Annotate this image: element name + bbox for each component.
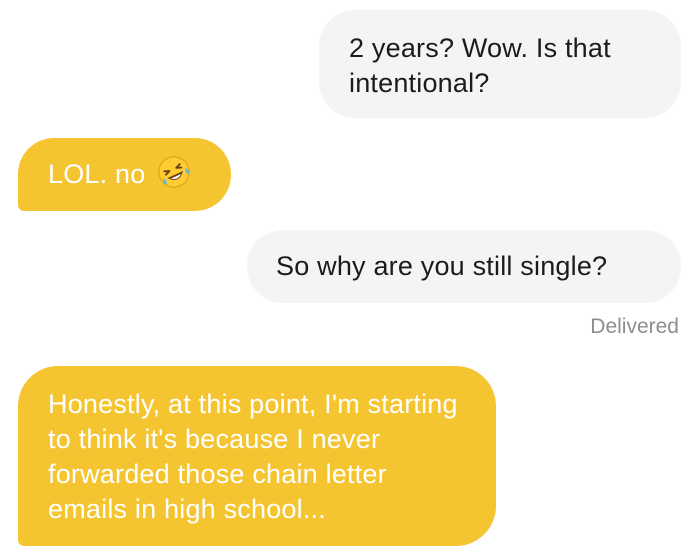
- sent-message-bubble[interactable]: So why are you still single?: [247, 230, 681, 303]
- sent-message-bubble[interactable]: 2 years? Wow. Is that intentional?: [319, 10, 681, 118]
- received-message-bubble[interactable]: LOL. no: [18, 138, 231, 211]
- message-text: So why are you still single?: [276, 251, 608, 281]
- message-text: LOL. no: [48, 159, 146, 189]
- message-text: Honestly, at this point, I'm starting to…: [48, 389, 458, 524]
- received-message-bubble[interactable]: Honestly, at this point, I'm starting to…: [18, 366, 496, 546]
- delivered-status: Delivered: [590, 315, 679, 338]
- rolling-on-floor-laughing-icon: [158, 156, 191, 188]
- message-text: 2 years? Wow. Is that intentional?: [349, 33, 611, 98]
